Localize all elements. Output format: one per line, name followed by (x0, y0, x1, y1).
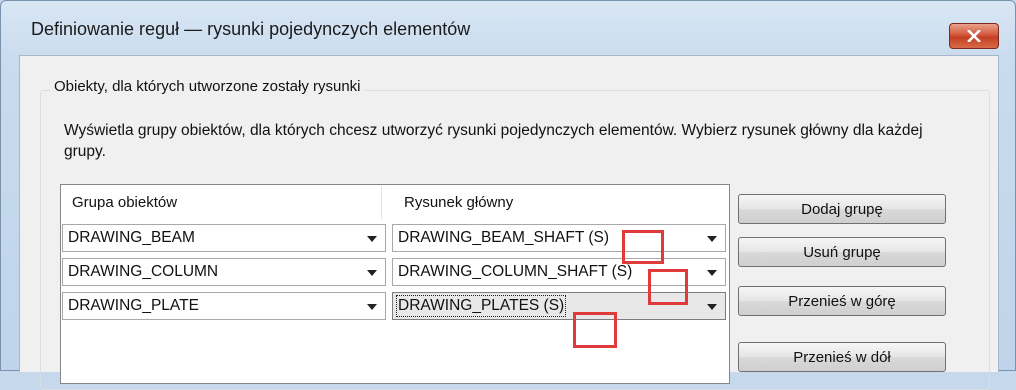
title-bar: Definiowanie reguł — rysunki pojedynczyc… (1, 1, 1015, 53)
drawing-select-value: DRAWING_BEAM_SHAFT (S) (398, 229, 609, 246)
dropdown-arrow-icon (367, 236, 377, 242)
group-select-value: DRAWING_PLATE (68, 297, 199, 314)
dropdown-arrow-icon (707, 236, 717, 242)
close-icon (967, 30, 981, 42)
group-select-value: DRAWING_BEAM (68, 229, 195, 246)
group-select-value: DRAWING_COLUMN (68, 263, 219, 280)
group-select-row-1[interactable]: DRAWING_BEAM (62, 224, 386, 252)
drawing-select-value: DRAWING_PLATES (S) (395, 295, 567, 317)
highlight-box (622, 230, 664, 264)
dropdown-arrow-icon (367, 304, 377, 310)
group-select-row-2[interactable]: DRAWING_COLUMN (62, 258, 386, 286)
dropdown-arrow-icon (707, 270, 717, 276)
add-group-button[interactable]: Dodaj grupę (738, 194, 946, 224)
highlight-box (648, 269, 688, 305)
dropdown-arrow-icon (707, 304, 717, 310)
object-groups-table[interactable]: Grupa obiektów Rysunek główny DRAWING_BE… (60, 184, 730, 384)
drawing-select-value: DRAWING_COLUMN_SHAFT (S) (398, 263, 633, 280)
window-title: Definiowanie reguł — rysunki pojedynczyc… (31, 19, 471, 39)
highlight-box (573, 312, 617, 348)
groupbox-label: Obiekty, dla których utworzone zostały r… (50, 78, 365, 95)
close-button[interactable] (949, 23, 999, 49)
column-header-group[interactable]: Grupa obiektów (62, 186, 382, 219)
drawing-select-row-1[interactable]: DRAWING_BEAM_SHAFT (S) (392, 224, 726, 252)
move-up-button[interactable]: Przenieś w górę (738, 286, 946, 316)
dialog-window: Definiowanie reguł — rysunki pojedynczyc… (0, 0, 1016, 390)
groupbox-description: Wyświetla grupy obiektów, dla których ch… (64, 122, 923, 160)
remove-group-button[interactable]: Usuń grupę (738, 237, 946, 267)
dropdown-arrow-icon (367, 270, 377, 276)
dialog-client-area: Obiekty, dla których utworzone zostały r… (19, 55, 999, 390)
group-select-row-3[interactable]: DRAWING_PLATE (62, 292, 386, 320)
column-header-main-drawing[interactable]: Rysunek główny (392, 186, 728, 219)
move-down-button[interactable]: Przenieś w dół (738, 342, 946, 372)
